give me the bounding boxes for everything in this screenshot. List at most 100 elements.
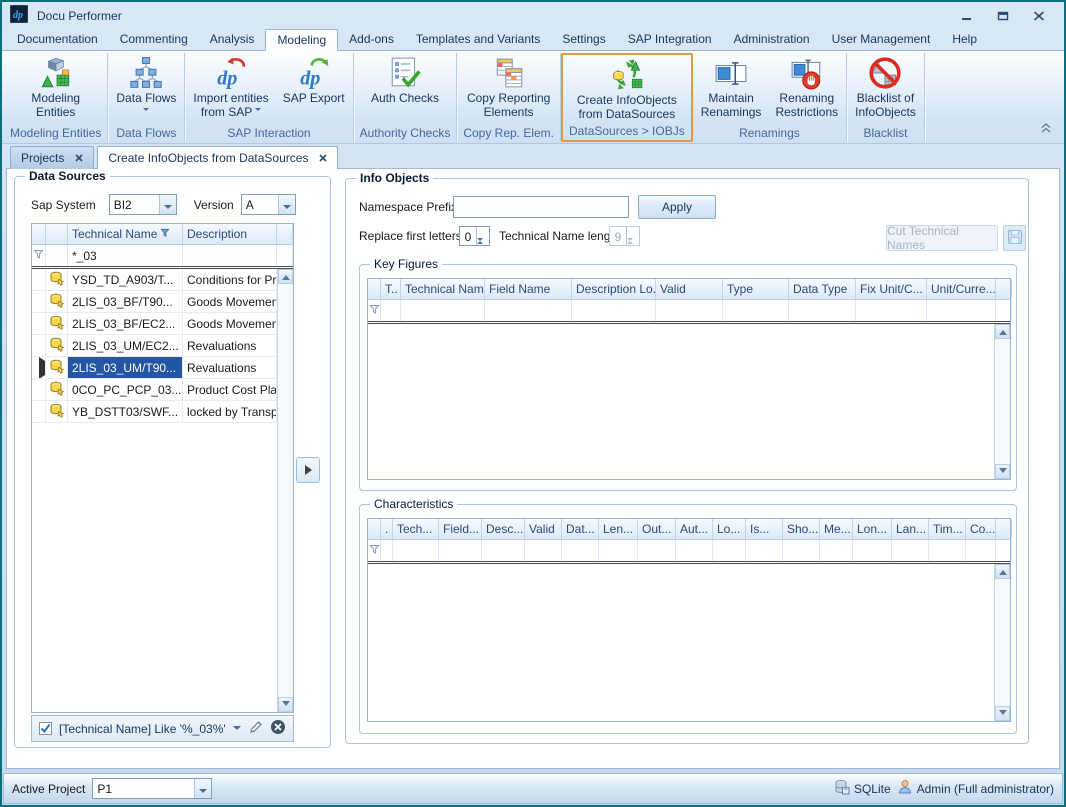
- description-cell[interactable]: Goods Movement...: [183, 291, 277, 312]
- edit-filter-icon[interactable]: [249, 720, 263, 737]
- scroll-up-button[interactable]: [995, 324, 1010, 339]
- column-header[interactable]: Aut...: [676, 519, 713, 539]
- filter-cell[interactable]: [927, 300, 996, 321]
- filter-cell[interactable]: [713, 540, 746, 561]
- table-row[interactable]: 2LIS_03_BF/EC2...Goods Movement...: [32, 313, 277, 335]
- scroll-down-button[interactable]: [278, 697, 293, 712]
- filter-cell[interactable]: [482, 540, 525, 561]
- filter-cell[interactable]: [856, 300, 927, 321]
- filter-cell[interactable]: [485, 300, 572, 321]
- column-header[interactable]: Technical Name: [68, 224, 183, 244]
- vertical-scrollbar[interactable]: [277, 269, 293, 712]
- description-cell[interactable]: Conditions for Pri...: [183, 269, 277, 290]
- save-button[interactable]: [1003, 225, 1026, 251]
- filter-applied-icon[interactable]: [160, 227, 170, 244]
- column-header[interactable]: Out...: [638, 519, 676, 539]
- description-cell[interactable]: Revaluations: [183, 335, 277, 356]
- column-header[interactable]: Fix Unit/C...: [856, 279, 927, 299]
- ribbon-tab-commenting[interactable]: Commenting: [109, 29, 199, 50]
- column-header[interactable]: Dat...: [562, 519, 599, 539]
- filter-cell[interactable]: [853, 540, 892, 561]
- chevron-down-icon[interactable]: [233, 726, 241, 734]
- technical-name-cell[interactable]: YB_DSTT03/SWF...: [68, 401, 183, 422]
- maintain-renamings-button[interactable]: MaintainRenamings: [694, 53, 769, 125]
- filter-cell[interactable]: [183, 245, 277, 266]
- column-header[interactable]: Desc...: [482, 519, 525, 539]
- tab-close-icon[interactable]: [319, 151, 327, 165]
- ribbon-tab-sap-integration[interactable]: SAP Integration: [617, 29, 723, 50]
- create-infoobjects-from-datasources-button[interactable]: Create InfoObjectsfrom DataSources: [570, 55, 684, 123]
- column-header[interactable]: Len...: [599, 519, 638, 539]
- filter-checkbox[interactable]: [39, 722, 52, 735]
- filter-cell[interactable]: [789, 300, 856, 321]
- chevron-down-icon[interactable]: [194, 779, 211, 798]
- filter-cell[interactable]: [439, 540, 482, 561]
- column-header[interactable]: Lo...: [713, 519, 746, 539]
- column-header[interactable]: [46, 224, 68, 244]
- description-cell[interactable]: Goods Movement...: [183, 313, 277, 334]
- maximize-button[interactable]: [996, 10, 1010, 22]
- clear-filter-icon[interactable]: [270, 719, 286, 738]
- column-header[interactable]: Is...: [746, 519, 783, 539]
- column-header[interactable]: .: [381, 519, 393, 539]
- table-row[interactable]: YB_DSTT03/SWF...locked by Transp...: [32, 401, 277, 423]
- column-header[interactable]: Tim...: [929, 519, 966, 539]
- technical-name-filter-input[interactable]: *_03: [68, 245, 183, 266]
- database-status[interactable]: SQLite: [834, 779, 891, 798]
- apply-button[interactable]: Apply: [638, 195, 716, 219]
- scroll-down-button[interactable]: [995, 706, 1010, 721]
- document-tab[interactable]: Projects: [10, 146, 94, 169]
- scroll-up-button[interactable]: [995, 564, 1010, 579]
- filter-cell[interactable]: [381, 300, 401, 321]
- table-row[interactable]: 2LIS_03_UM/T90...Revaluations: [32, 357, 277, 379]
- column-header[interactable]: Sho...: [783, 519, 820, 539]
- filter-cell[interactable]: [368, 540, 381, 561]
- filter-cell[interactable]: [381, 540, 393, 561]
- scroll-down-button[interactable]: [995, 464, 1010, 479]
- column-header[interactable]: Co...: [966, 519, 996, 539]
- column-header[interactable]: Field Name: [485, 279, 572, 299]
- user-status[interactable]: Admin (Full administrator): [897, 779, 1054, 798]
- table-row[interactable]: 2LIS_03_UM/EC2...Revaluations: [32, 335, 277, 357]
- filter-cell[interactable]: [46, 245, 68, 266]
- column-header[interactable]: Lon...: [853, 519, 892, 539]
- ribbon-tab-settings[interactable]: Settings: [551, 29, 616, 50]
- filter-cell[interactable]: [393, 540, 439, 561]
- sap-export-button[interactable]: dpSAP Export: [276, 53, 352, 125]
- ribbon-tab-help[interactable]: Help: [941, 29, 988, 50]
- filter-cell[interactable]: [820, 540, 853, 561]
- filter-cell[interactable]: [599, 540, 638, 561]
- vertical-scrollbar[interactable]: [994, 564, 1010, 721]
- column-header[interactable]: Technical Name: [401, 279, 485, 299]
- modeling-entities-button[interactable]: ModelingEntities: [24, 53, 87, 125]
- document-tab[interactable]: Create InfoObjects from DataSources: [97, 146, 338, 169]
- description-cell[interactable]: Revaluations: [183, 357, 277, 378]
- active-project-combo[interactable]: P1: [92, 778, 212, 799]
- data-flows-button[interactable]: Data Flows: [109, 53, 183, 125]
- spinner-down-icon[interactable]: [477, 241, 489, 255]
- ribbon-tab-modeling[interactable]: Modeling: [265, 29, 338, 51]
- auth-checks-button[interactable]: Auth Checks: [364, 53, 446, 125]
- scroll-up-button[interactable]: [278, 269, 293, 284]
- cut-technical-names-button[interactable]: Cut Technical Names: [886, 225, 998, 251]
- expand-right-button[interactable]: [296, 457, 320, 483]
- chevron-down-icon[interactable]: [278, 195, 295, 214]
- column-header[interactable]: Description Lo...: [572, 279, 656, 299]
- filter-cell[interactable]: [929, 540, 966, 561]
- filter-cell[interactable]: [676, 540, 713, 561]
- filter-cell[interactable]: [783, 540, 820, 561]
- technical-name-cell[interactable]: 0CO_PC_PCP_03...: [68, 379, 183, 400]
- column-header[interactable]: Lan...: [892, 519, 929, 539]
- ribbon-tab-add-ons[interactable]: Add-ons: [338, 29, 405, 50]
- tab-close-icon[interactable]: [75, 151, 83, 165]
- column-header[interactable]: Data Type: [789, 279, 856, 299]
- technical-name-cell[interactable]: 2LIS_03_UM/EC2...: [68, 335, 183, 356]
- technical-name-cell[interactable]: 2LIS_03_BF/EC2...: [68, 313, 183, 334]
- filter-cell[interactable]: [746, 540, 783, 561]
- ribbon-tab-documentation[interactable]: Documentation: [6, 29, 109, 50]
- copy-reporting-elements-button[interactable]: Copy ReportingElements: [460, 53, 557, 125]
- filter-cell[interactable]: [892, 540, 929, 561]
- description-cell[interactable]: locked by Transp...: [183, 401, 277, 422]
- column-header[interactable]: Field...: [439, 519, 482, 539]
- namespace-prefix-input[interactable]: [453, 196, 629, 218]
